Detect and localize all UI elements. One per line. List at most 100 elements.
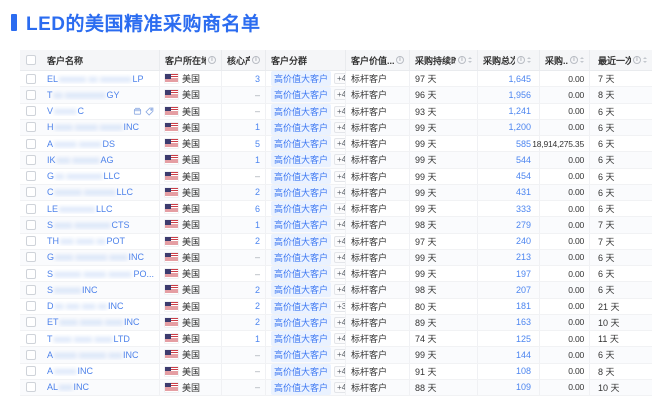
segment-more-badge[interactable]: +4 [334,73,346,84]
customer-name-link[interactable]: Txx xxxxxxxxxGY [47,90,154,100]
core-products-count[interactable]: 6 [255,204,260,214]
segment-tag[interactable]: 高价值大客户 [271,380,331,395]
sort-icon[interactable] [580,57,584,63]
customer-name-link[interactable]: VxxxxxC [47,106,130,116]
row-checkbox[interactable] [26,90,36,100]
segment-tag[interactable]: 高价值大客户 [271,282,331,297]
info-icon[interactable] [517,56,525,64]
segment-tag[interactable]: 高价值大客户 [271,169,331,184]
segment-tag[interactable]: 高价值大客户 [271,315,331,330]
row-checkbox[interactable] [26,155,36,165]
row-checkbox[interactable] [26,171,36,181]
row-checkbox[interactable] [26,382,36,392]
purchase-count-link[interactable]: 109 [516,382,531,392]
segment-tag[interactable]: 高价值大客户 [271,250,331,265]
customer-name-link[interactable]: ETxxxx xxxxx xxxxINC [47,317,154,327]
customer-name-link[interactable]: Txxxx xxxx xxxxLTD [47,334,154,344]
purchase-count-link[interactable]: 585 [516,139,531,149]
core-products-count[interactable]: 2 [255,301,260,311]
column-header-amount[interactable]: 采购... [540,50,590,70]
segment-tag[interactable]: 高价值大客户 [271,87,331,102]
row-checkbox[interactable] [26,204,36,214]
column-header-last[interactable]: 最近一次采... [590,50,652,70]
segment-more-badge[interactable]: +4 [334,203,346,214]
row-checkbox[interactable] [26,74,36,84]
row-checkbox[interactable] [26,139,36,149]
core-products-count[interactable]: 5 [255,139,260,149]
segment-more-badge[interactable]: +4 [334,333,346,344]
segment-tag[interactable]: 高价值大客户 [271,331,331,346]
purchase-count-link[interactable]: 197 [516,269,531,279]
purchase-count-link[interactable]: 1,956 [508,90,531,100]
row-checkbox[interactable] [26,334,36,344]
purchase-count-link[interactable]: 279 [516,220,531,230]
segment-tag[interactable]: 高价值大客户 [271,234,331,249]
customer-name-link[interactable]: Axxxxx xxxxxx xxxINC [47,350,154,360]
customer-name-link[interactable]: ELxxxxxx xx xxxxxxxLP [47,74,154,84]
customer-name-link[interactable]: Gxxxx xxxxxxx xxxxINC [47,252,154,262]
sort-icon[interactable] [643,57,647,63]
segment-more-badge[interactable]: +4 [334,138,346,149]
purchase-count-link[interactable]: 240 [516,236,531,246]
purchase-count-link[interactable]: 454 [516,171,531,181]
row-checkbox[interactable] [26,122,36,132]
segment-more-badge[interactable]: +4 [334,268,346,279]
row-checkbox[interactable] [26,285,36,295]
column-header-count[interactable]: 采购总次数 [478,50,540,70]
core-products-count[interactable]: 2 [255,236,260,246]
purchase-count-link[interactable]: 431 [516,187,531,197]
segment-tag[interactable]: 高价值大客户 [271,71,331,86]
purchase-count-link[interactable]: 213 [516,252,531,262]
info-icon[interactable] [570,56,578,64]
segment-more-badge[interactable]: +4 [334,317,346,328]
core-products-count[interactable]: 1 [255,334,260,344]
segment-tag[interactable]: 高价值大客户 [271,217,331,232]
segment-more-badge[interactable]: +4 [334,89,346,100]
segment-more-badge[interactable]: +4 [334,219,346,230]
segment-tag[interactable]: 高价值大客户 [271,266,331,281]
purchase-count-link[interactable]: 1,241 [508,106,531,116]
customer-name-link[interactable]: Sxxxxxx xxxxx xxxxxxPO... [47,269,154,279]
select-all-checkbox[interactable] [26,55,36,65]
customer-name-link[interactable]: THxxx xxxx xxPOT [47,236,154,246]
segment-tag[interactable]: 高价值大客户 [271,299,331,314]
segment-tag[interactable]: 高价值大客户 [271,136,331,151]
info-icon[interactable] [208,56,216,64]
core-products-count[interactable]: 1 [255,220,260,230]
row-checkbox[interactable] [26,317,36,327]
customer-name-link[interactable]: Sxxxx xxxxxxxxCTS [47,220,154,230]
purchase-count-link[interactable]: 163 [516,317,531,327]
segment-tag[interactable]: 高价值大客户 [271,152,331,167]
sort-icon[interactable] [468,57,472,63]
row-checkbox[interactable] [26,301,36,311]
company-icon[interactable] [133,107,142,116]
segment-more-badge[interactable]: +4 [334,382,346,393]
row-checkbox[interactable] [26,106,36,116]
row-checkbox[interactable] [26,350,36,360]
sort-icon[interactable] [527,57,531,63]
core-products-count[interactable]: 2 [255,285,260,295]
core-products-count[interactable]: 1 [255,122,260,132]
segment-more-badge[interactable]: +3 [334,301,346,312]
segment-tag[interactable]: 高价值大客户 [271,185,331,200]
customer-name-link[interactable]: AxxxxxINC [47,366,154,376]
purchase-count-link[interactable]: 1,645 [508,74,531,84]
segment-more-badge[interactable]: +4 [334,187,346,198]
row-checkbox[interactable] [26,187,36,197]
purchase-count-link[interactable]: 108 [516,366,531,376]
row-checkbox[interactable] [26,236,36,246]
customer-name-link[interactable]: LExxxxxxxxLLC [47,204,154,214]
segment-more-badge[interactable]: +4 [334,252,346,263]
segment-more-badge[interactable]: +4 [334,349,346,360]
segment-more-badge[interactable]: +4 [334,284,346,295]
row-checkbox[interactable] [26,366,36,376]
info-icon[interactable] [633,56,641,64]
purchase-count-link[interactable]: 1,200 [508,122,531,132]
purchase-count-link[interactable]: 125 [516,334,531,344]
segment-more-badge[interactable]: +4 [334,122,346,133]
core-products-count[interactable]: 3 [255,74,260,84]
segment-more-badge[interactable]: +4 [334,154,346,165]
core-products-count[interactable]: 1 [255,155,260,165]
purchase-count-link[interactable]: 544 [516,155,531,165]
customer-name-link[interactable]: Dxx xxx xxx xxINC [47,301,154,311]
